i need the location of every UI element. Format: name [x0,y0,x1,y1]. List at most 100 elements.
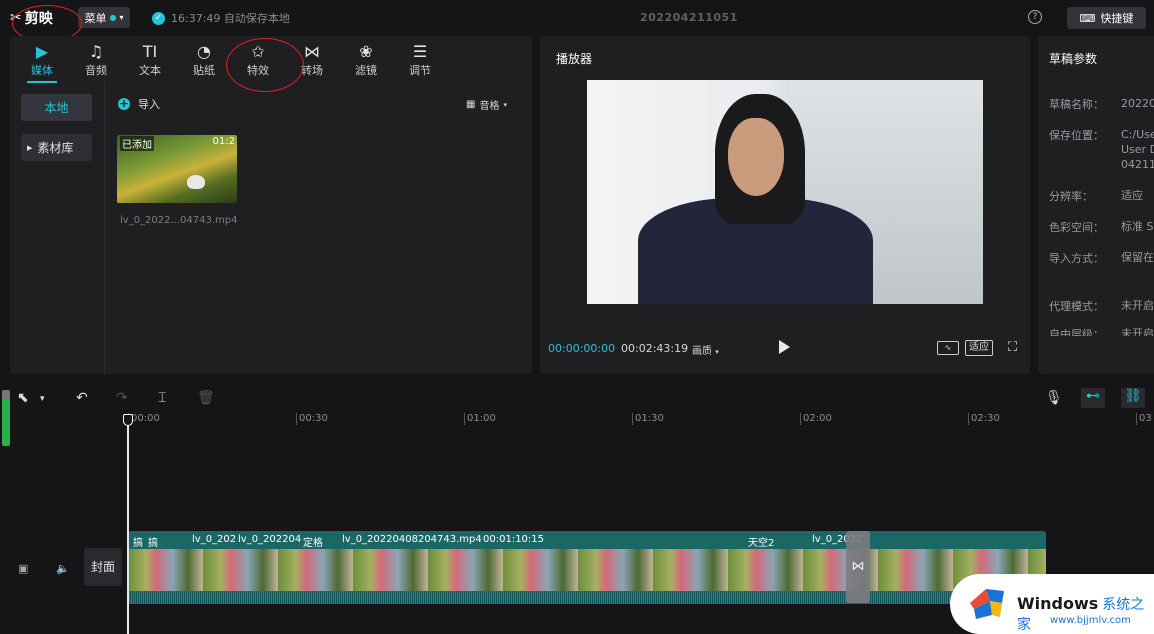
media-sidebar: 本地 ▶ 素材库 [10,82,105,374]
cursor-icon[interactable]: ⬉ [17,390,29,406]
link-icon[interactable]: ⛓ [1121,388,1145,408]
top-bar: ✂ 剪映 菜单 ● ▾ ✓ 16:37:49 自动保存本地 2022042110… [0,0,1154,36]
added-badge: 已添加 [120,136,154,151]
clip-label: lv_0_202 [192,534,237,545]
clip-label: lv_0_202204 [238,534,302,545]
sidebar-item-local[interactable]: 本地 [21,94,92,121]
playhead-line[interactable] [127,416,129,634]
tab-media[interactable]: ▶ 媒体 [15,36,69,83]
param-value: 未开启 [1121,327,1154,336]
param-value: 保留在 [1121,251,1154,264]
param-label: 色彩空间： [1049,221,1104,234]
tab-label: 调节 [409,64,431,77]
media-icon: ▶ [35,42,49,61]
player-title: 播放器 [556,52,593,66]
clip-label: 定格 [303,538,323,549]
fit-button[interactable]: 适应 [965,340,993,356]
transition-icon[interactable]: ⋈ [846,531,870,603]
chevron-down-icon: ▾ [715,348,719,356]
clip-label: 搞 [133,538,143,549]
rabbit-figure [187,175,205,189]
param-label: 草稿名称： [1049,98,1104,111]
clip-label: 搞 [148,538,158,549]
check-icon: ✓ [152,11,165,25]
menu-label: 菜单 [84,11,107,25]
split-icon[interactable]: ⌶ [158,390,166,406]
watermark-brand: Windows [1017,594,1099,613]
param-value: 标准 Sl [1121,220,1154,233]
total-time: 00:02:43:19 [621,342,689,355]
tab-adjust[interactable]: ☰ 调节 [393,36,447,81]
ruler-tick: 01:30 [632,413,664,425]
param-label: 代理模式： [1049,300,1104,313]
draft-params-panel [1038,36,1154,374]
time-ruler[interactable]: 00:00 00:30 01:00 01:30 02:00 02:30 03 [128,413,1154,427]
tab-label: 文本 [139,64,161,77]
level-meter [2,390,10,446]
thumbnail-duration: 01:2 [212,136,235,147]
ruler-tick: 02:00 [800,413,832,425]
sidebar-item-library[interactable]: ▶ 素材库 [21,134,92,161]
cover-button[interactable]: 封面 [84,548,122,586]
menu-button[interactable]: 菜单 ● ▾ [78,7,130,28]
undo-icon[interactable]: ↶ [76,390,88,406]
ruler-tick: 01:00 [464,413,496,425]
view-toggle[interactable]: ▦ 音格 ▾ [466,97,507,112]
shortcut-label: 快捷键 [1100,12,1134,25]
speaker-icon[interactable]: 🔈 [56,562,70,575]
import-button[interactable]: + 导入 [118,94,160,114]
ruler-tick: 02:30 [968,413,1000,425]
media-thumbnail[interactable]: 已添加 01:2 [117,135,237,203]
tab-sticker[interactable]: ◔ 贴纸 [177,36,231,81]
param-value: 未开启 [1121,299,1154,312]
params-title: 草稿参数 [1049,52,1098,66]
tab-label: 转场 [301,64,323,77]
clip-label: 00:01:10:15 [483,534,545,545]
tab-label: 媒体 [31,64,53,77]
microphone-icon[interactable]: 🎙 [1045,390,1063,406]
playhead-handle[interactable] [123,414,133,426]
sidebar-item-label: 素材库 [37,141,74,155]
help-icon[interactable]: ? [1028,10,1042,24]
autosave-status: ✓ 16:37:49 自动保存本地 [152,10,290,26]
caret-right-icon: ▶ [27,143,33,152]
import-label: 导入 [138,98,160,111]
tab-label: 音频 [85,64,107,77]
quality-dropdown[interactable]: 画质 ▾ [692,342,719,357]
grid-icon: ▦ [466,99,476,110]
video-track[interactable]: 搞 搞 lv_0_202 lv_0_202204 定格 lv_0_2022040… [128,531,1046,604]
text-icon: TI [142,42,158,61]
ruler-tick: 00:30 [296,413,328,425]
tab-label: 贴纸 [193,64,215,77]
watermark-url: www.bjjmlv.com [1050,615,1131,626]
param-label: 自由层级： [1049,328,1104,336]
param-value: C:/Use User D 042110 [1121,128,1154,171]
clip-label: 天空2 [748,538,775,549]
play-icon[interactable] [779,340,790,354]
sliders-icon: ☰ [412,42,428,61]
autosave-text: 16:37:49 自动保存本地 [171,12,290,25]
clip-frames [128,549,1046,591]
video-track-icon[interactable]: ▣ [18,562,28,575]
media-file-name: lv_0_2022...04743.mp4 [120,215,238,226]
waveform-icon[interactable]: ∿ [937,341,959,355]
magnet-icon[interactable]: ⊷ [1081,388,1105,408]
chevron-down-icon: ▾ [503,100,507,109]
tab-text[interactable]: TI 文本 [123,36,177,81]
windows-logo-icon [970,589,1004,619]
chevron-down-icon[interactable]: ▾ [40,394,45,404]
audio-icon: ♫ [88,42,104,61]
fullscreen-icon[interactable]: ⛶ [1008,341,1022,355]
chevron-down-icon: ▾ [119,13,124,22]
shortcut-button[interactable]: ⌨ 快捷键 [1067,7,1146,29]
view-label: 音格 [479,101,500,112]
plus-icon: + [118,97,130,110]
tab-filter[interactable]: ❀ 滤镜 [339,36,393,81]
quality-label: 画质 [692,346,712,357]
param-value: 2022042 [1121,97,1154,110]
delete-icon: 🗑 [197,390,215,406]
filter-icon: ❀ [359,42,373,61]
tab-audio[interactable]: ♫ 音频 [69,36,123,81]
audio-waveform [128,591,1046,604]
transition-icon: ⋈ [304,42,320,61]
